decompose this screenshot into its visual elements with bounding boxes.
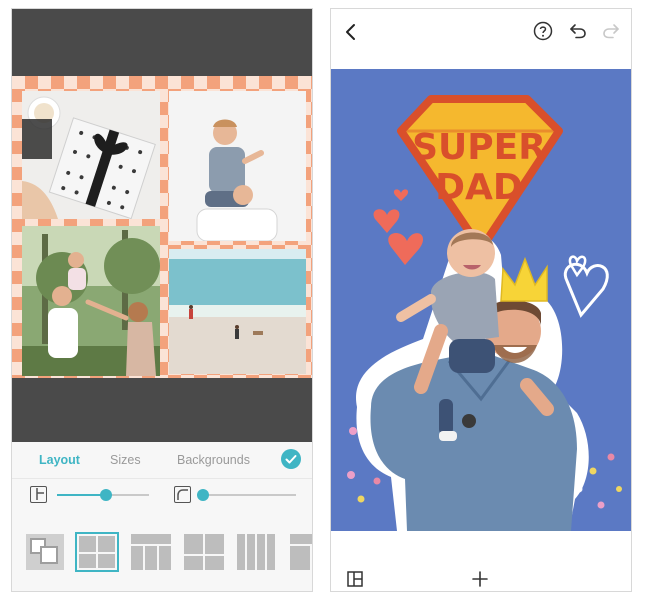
layout-option-rows[interactable]	[288, 532, 312, 572]
tab-backgrounds[interactable]: Backgrounds	[177, 453, 250, 467]
add-plus-icon[interactable]	[471, 570, 489, 588]
corner-radius-slider-knob[interactable]	[197, 489, 209, 501]
back-chevron-icon[interactable]	[343, 23, 359, 41]
screenshot-root: Layout Sizes Backgrounds SUPER DAD	[0, 0, 645, 600]
border-width-slider[interactable]	[57, 489, 149, 501]
help-circle-icon[interactable]	[533, 21, 553, 41]
photo-tile-gift[interactable]	[22, 91, 160, 219]
layout-option-four-columns[interactable]	[235, 532, 279, 572]
editor-tabs: Layout Sizes Backgrounds	[12, 442, 312, 478]
layout-option-top-plus-3[interactable]	[129, 532, 173, 572]
undo-icon[interactable]	[569, 22, 587, 40]
bottom-dark-bar	[12, 378, 312, 442]
collage-editor-screen: Layout Sizes Backgrounds	[11, 8, 313, 592]
layout-icon[interactable]	[347, 571, 363, 587]
photo-tile-beach[interactable]	[169, 249, 306, 374]
tab-layout[interactable]: Layout	[39, 453, 80, 467]
layout-option-two-by-two-wide[interactable]	[182, 532, 226, 572]
corner-radius-icon	[174, 486, 191, 503]
corner-radius-slider[interactable]	[197, 489, 296, 501]
watch	[462, 414, 476, 428]
adjustment-sliders	[12, 478, 312, 510]
photo-tile-family[interactable]	[22, 226, 160, 376]
check-circle-icon[interactable]	[281, 449, 301, 469]
shoulders-photo-image	[169, 91, 306, 241]
top-dark-bar	[12, 9, 312, 76]
layout-option-grid-2x2[interactable]	[75, 532, 119, 572]
heart-doodle-red-2	[388, 233, 424, 265]
border-width-icon	[30, 486, 47, 503]
redo-icon[interactable]	[602, 22, 620, 40]
collage-canvas[interactable]	[12, 76, 312, 378]
layout-option-overlap[interactable]	[24, 532, 68, 572]
heart-doodle-white-1	[563, 262, 609, 318]
sticker-canvas[interactable]: SUPER DAD	[331, 69, 631, 531]
sticker-editor-screen: SUPER DAD	[330, 8, 632, 592]
beach-photo-image	[169, 249, 306, 374]
super-dad-badge: SUPER DAD	[397, 95, 563, 253]
gift-photo-image	[22, 91, 160, 219]
crown-sticker	[500, 256, 548, 302]
super-text-line1: SUPER	[412, 127, 546, 168]
top-toolbar	[331, 9, 631, 69]
people-cutout	[356, 229, 589, 531]
layout-options	[12, 510, 312, 591]
border-width-slider-fill	[57, 494, 106, 496]
super-text-line2: DAD	[435, 167, 523, 208]
tab-sizes[interactable]: Sizes	[110, 453, 141, 467]
bottom-toolbar	[331, 531, 631, 591]
heart-doodle-red-1	[373, 209, 400, 233]
father-son-photo-image: SUPER DAD	[347, 95, 622, 531]
family-photo-image	[22, 226, 160, 376]
photo-tile-shoulders[interactable]	[169, 91, 306, 241]
border-width-slider-knob[interactable]	[100, 489, 112, 501]
